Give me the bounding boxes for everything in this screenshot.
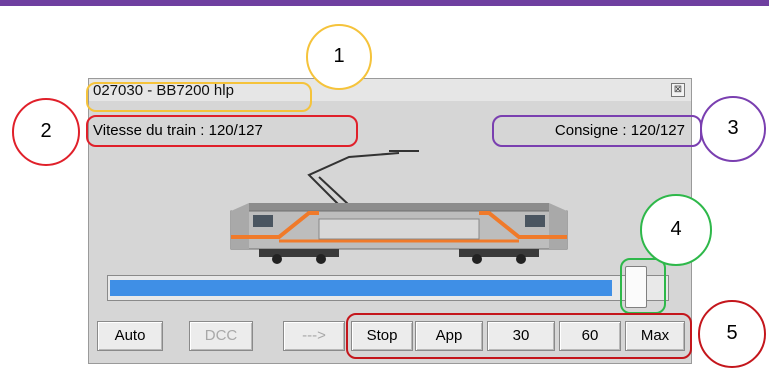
- annotation-3-box: [492, 115, 702, 147]
- annotation-1-box: [86, 82, 312, 112]
- annotation-4-box: [620, 258, 666, 314]
- annotation-5-circle: 5: [698, 300, 766, 368]
- auto-button[interactable]: Auto: [97, 321, 163, 351]
- throttle-fill: [110, 280, 612, 296]
- annotation-2-box: [86, 115, 358, 147]
- annotation-3-circle: 3: [700, 96, 766, 162]
- arrow-button[interactable]: --->: [283, 321, 345, 351]
- locomotive-image: [230, 150, 568, 264]
- throttle-slider-track[interactable]: [107, 275, 669, 301]
- annotation-5-box: [346, 313, 692, 359]
- close-icon[interactable]: ⊠: [671, 83, 685, 97]
- annotation-4-circle: 4: [640, 194, 712, 266]
- dcc-button[interactable]: DCC: [189, 321, 253, 351]
- top-accent-bar: [0, 0, 769, 6]
- annotation-2-circle: 2: [12, 98, 80, 166]
- annotation-1-circle: 1: [306, 24, 372, 90]
